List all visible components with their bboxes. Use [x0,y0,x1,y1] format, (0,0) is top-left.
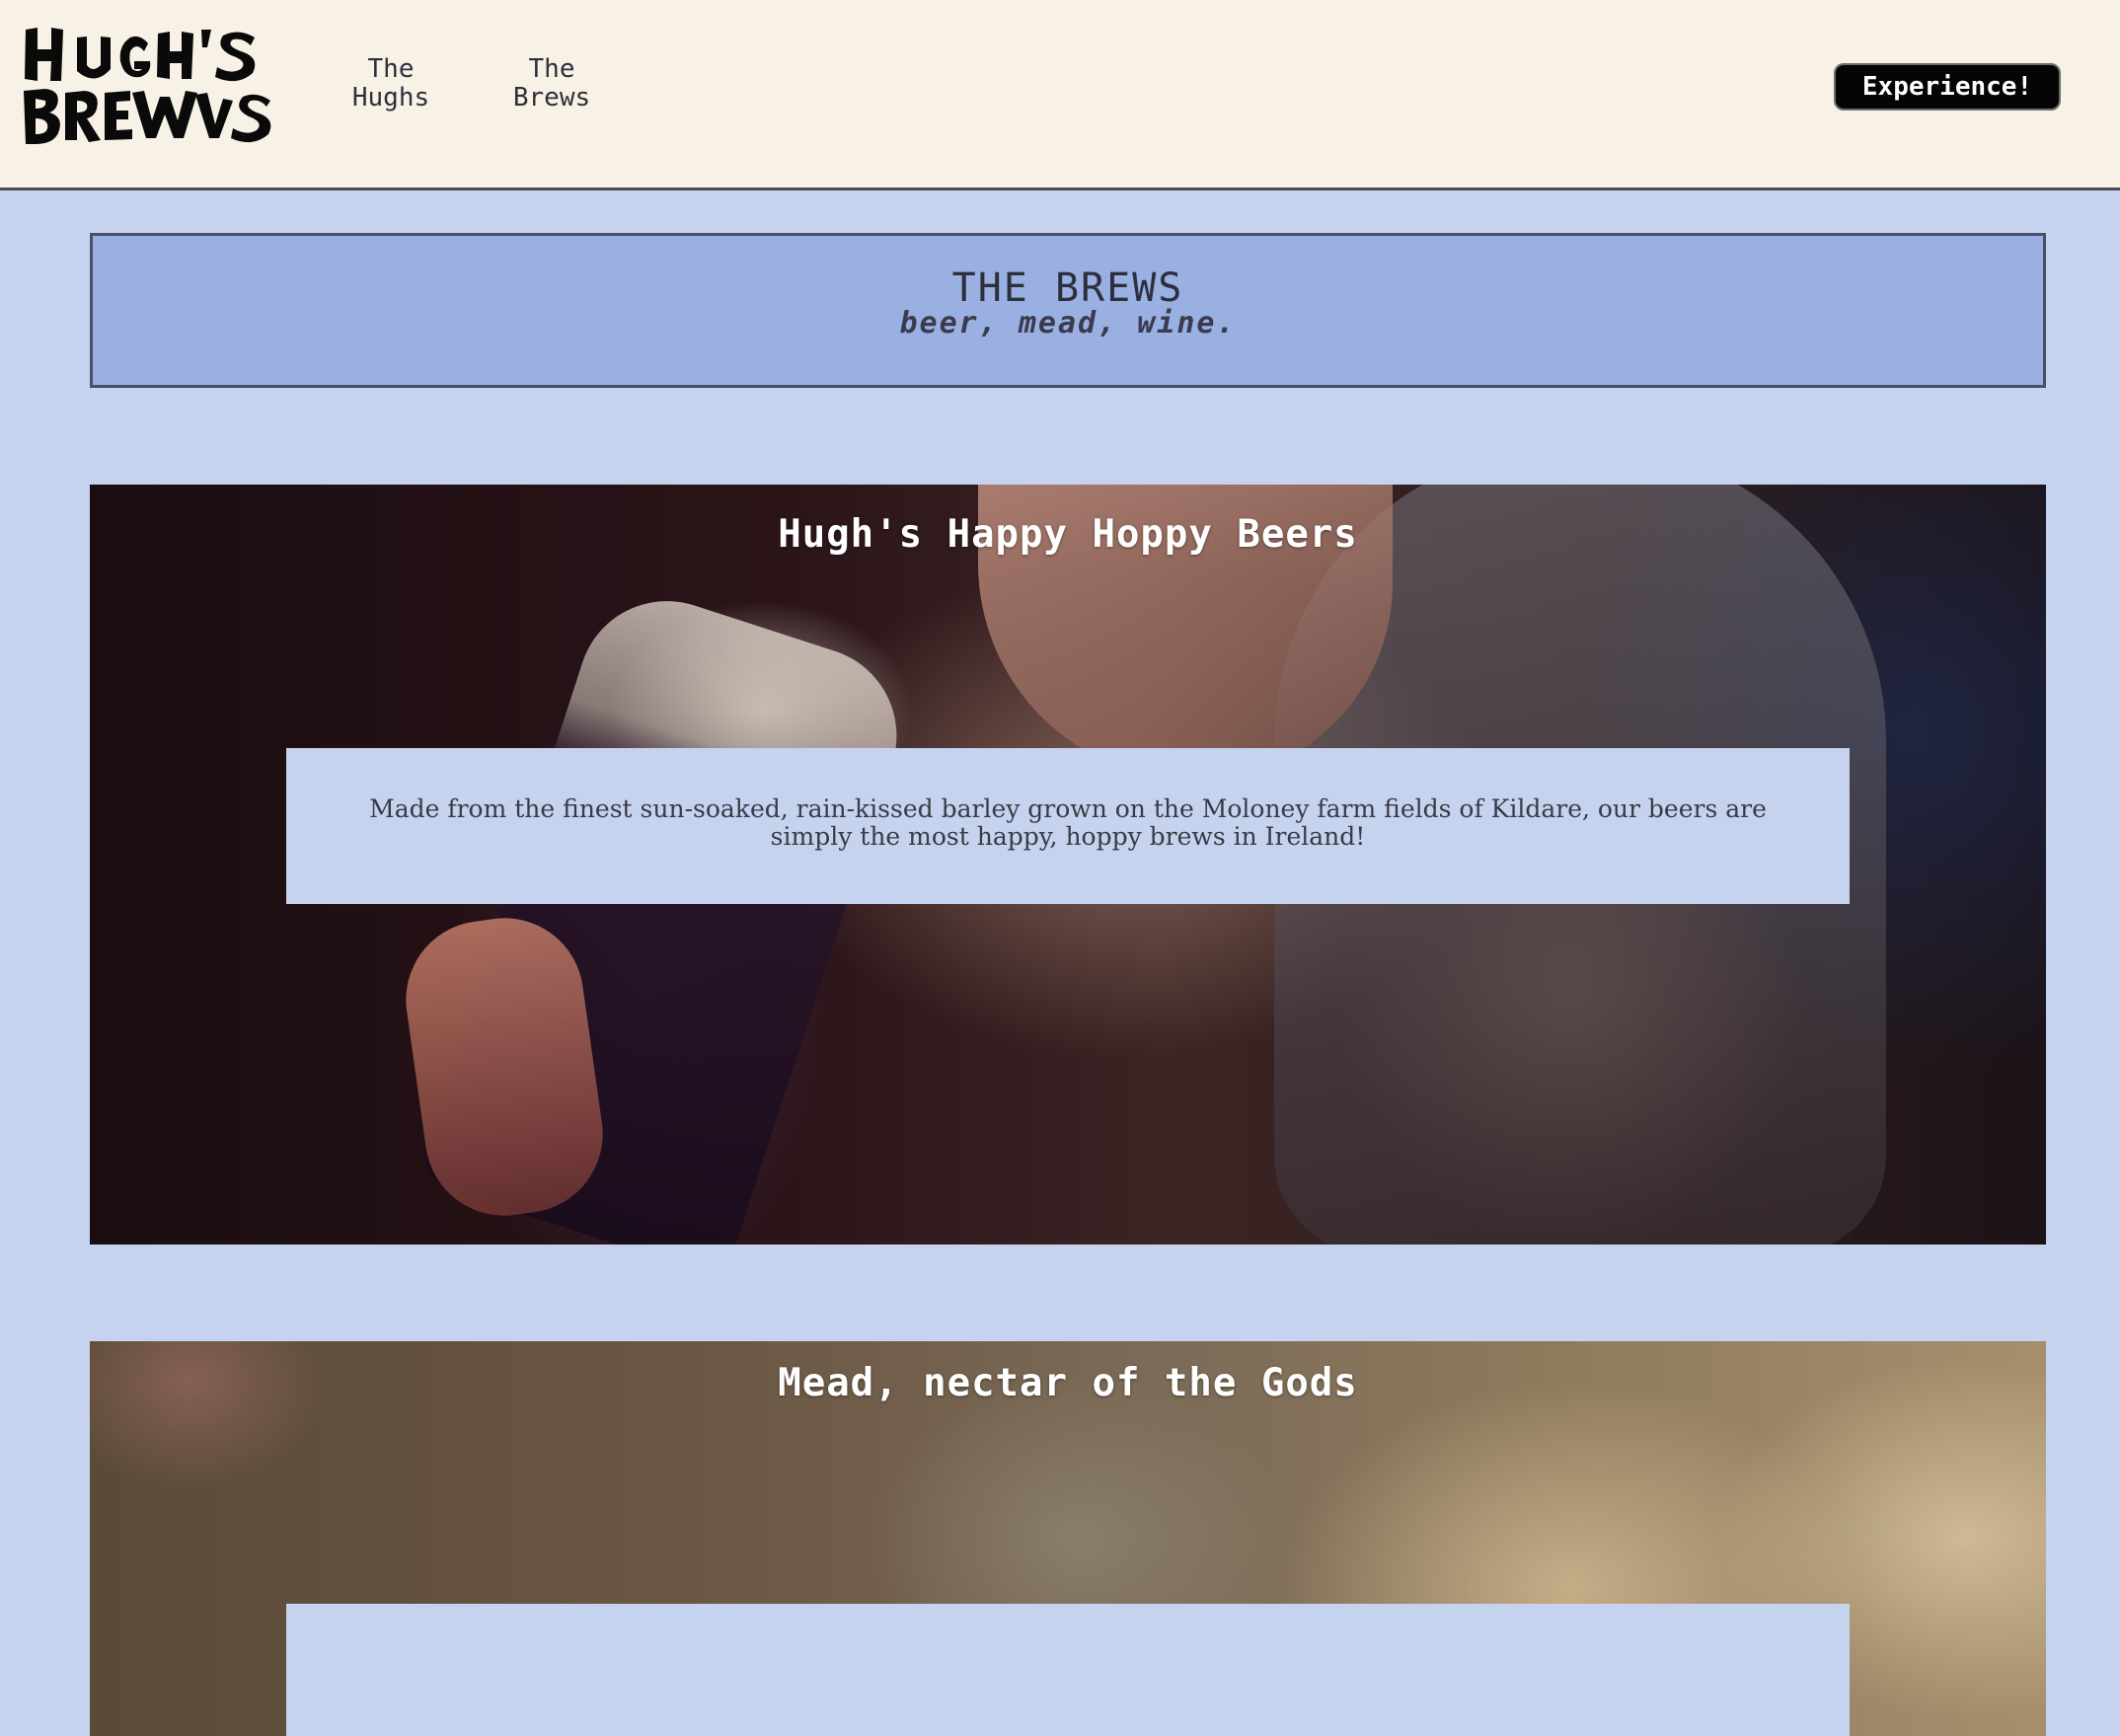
nav-the-brews[interactable]: The Brews [483,55,621,113]
nav-the-hughs[interactable]: The Hughs [322,55,460,113]
page-title: THE BREWS [951,265,1184,311]
brews-title-banner: THE BREWS beer, mead, wine. [90,233,2046,388]
product-title-mead: Mead, nectar of the Gods [778,1361,1358,1405]
beer-photo-glass [415,577,920,1245]
product-description-beers: Made from the finest sun-soaked, rain-ki… [286,748,1850,904]
logo-wordmark-graphic [24,28,271,144]
nav-the-hughs-line2: Hughs [351,83,430,113]
beer-photo-hand [395,907,614,1227]
product-description-mead [286,1604,1850,1736]
product-card-beers: Hugh's Happy Hoppy Beers Made from the f… [90,485,2046,1245]
nav-the-brews-line1: The [528,54,575,84]
product-card-mead: Mead, nectar of the Gods [90,1341,2046,1736]
hughs-brews-logo[interactable] [22,22,278,150]
experience-button[interactable]: Experience! [1834,63,2061,111]
page-subtitle: beer, mead, wine. [899,306,1237,340]
nav-the-brews-line2: Brews [512,83,591,113]
product-title-beers: Hugh's Happy Hoppy Beers [778,512,1358,557]
nav-the-hughs-line1: The [367,54,415,84]
site-header: The Hughs The Brews Experience! [0,0,2120,190]
